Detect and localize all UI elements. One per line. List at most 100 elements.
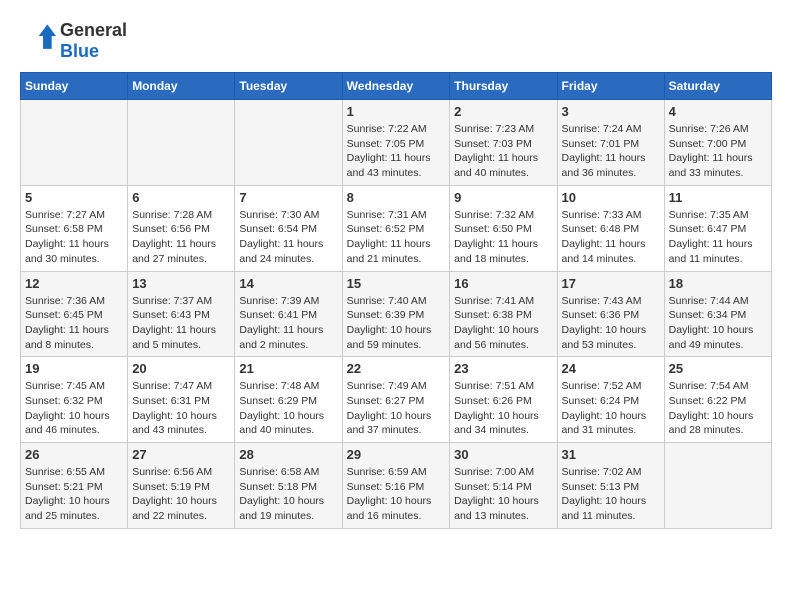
week-row-1: 1 Sunrise: 7:22 AM Sunset: 7:05 PM Daylig…: [21, 100, 772, 186]
day-info: Sunrise: 7:22 AM Sunset: 7:05 PM Dayligh…: [347, 122, 446, 181]
day-number: 14: [239, 276, 337, 291]
day-number: 17: [562, 276, 660, 291]
day-number: 13: [132, 276, 230, 291]
day-info: Sunrise: 6:55 AM Sunset: 5:21 PM Dayligh…: [25, 465, 123, 524]
calendar-cell: 13 Sunrise: 7:37 AM Sunset: 6:43 PM Dayli…: [128, 271, 235, 357]
calendar-cell: 1 Sunrise: 7:22 AM Sunset: 7:05 PM Daylig…: [342, 100, 450, 186]
weekday-header-row: SundayMondayTuesdayWednesdayThursdayFrid…: [21, 73, 772, 100]
calendar-cell: [664, 443, 771, 529]
calendar-cell: 28 Sunrise: 6:58 AM Sunset: 5:18 PM Dayli…: [235, 443, 342, 529]
day-info: Sunrise: 7:24 AM Sunset: 7:01 PM Dayligh…: [562, 122, 660, 181]
day-number: 7: [239, 190, 337, 205]
calendar-cell: 17 Sunrise: 7:43 AM Sunset: 6:36 PM Dayli…: [557, 271, 664, 357]
calendar-cell: [128, 100, 235, 186]
day-info: Sunrise: 7:54 AM Sunset: 6:22 PM Dayligh…: [669, 379, 767, 438]
weekday-header-monday: Monday: [128, 73, 235, 100]
calendar-cell: 29 Sunrise: 6:59 AM Sunset: 5:16 PM Dayli…: [342, 443, 450, 529]
calendar-cell: 8 Sunrise: 7:31 AM Sunset: 6:52 PM Daylig…: [342, 185, 450, 271]
day-number: 20: [132, 361, 230, 376]
day-info: Sunrise: 6:58 AM Sunset: 5:18 PM Dayligh…: [239, 465, 337, 524]
calendar-cell: 5 Sunrise: 7:27 AM Sunset: 6:58 PM Daylig…: [21, 185, 128, 271]
calendar-cell: 4 Sunrise: 7:26 AM Sunset: 7:00 PM Daylig…: [664, 100, 771, 186]
day-number: 18: [669, 276, 767, 291]
day-info: Sunrise: 6:56 AM Sunset: 5:19 PM Dayligh…: [132, 465, 230, 524]
day-number: 11: [669, 190, 767, 205]
day-info: Sunrise: 7:41 AM Sunset: 6:38 PM Dayligh…: [454, 294, 552, 353]
day-info: Sunrise: 7:31 AM Sunset: 6:52 PM Dayligh…: [347, 208, 446, 267]
calendar-cell: 12 Sunrise: 7:36 AM Sunset: 6:45 PM Dayli…: [21, 271, 128, 357]
calendar-cell: 27 Sunrise: 6:56 AM Sunset: 5:19 PM Dayli…: [128, 443, 235, 529]
day-number: 5: [25, 190, 123, 205]
day-info: Sunrise: 7:02 AM Sunset: 5:13 PM Dayligh…: [562, 465, 660, 524]
day-info: Sunrise: 7:00 AM Sunset: 5:14 PM Dayligh…: [454, 465, 552, 524]
calendar-cell: 18 Sunrise: 7:44 AM Sunset: 6:34 PM Dayli…: [664, 271, 771, 357]
day-number: 16: [454, 276, 552, 291]
day-info: Sunrise: 7:45 AM Sunset: 6:32 PM Dayligh…: [25, 379, 123, 438]
calendar-cell: [21, 100, 128, 186]
day-number: 3: [562, 104, 660, 119]
day-number: 12: [25, 276, 123, 291]
day-info: Sunrise: 7:44 AM Sunset: 6:34 PM Dayligh…: [669, 294, 767, 353]
calendar-cell: 15 Sunrise: 7:40 AM Sunset: 6:39 PM Dayli…: [342, 271, 450, 357]
day-number: 27: [132, 447, 230, 462]
logo: General Blue: [20, 20, 127, 62]
logo-general: General: [60, 20, 127, 40]
day-info: Sunrise: 7:48 AM Sunset: 6:29 PM Dayligh…: [239, 379, 337, 438]
day-info: Sunrise: 7:52 AM Sunset: 6:24 PM Dayligh…: [562, 379, 660, 438]
week-row-2: 5 Sunrise: 7:27 AM Sunset: 6:58 PM Daylig…: [21, 185, 772, 271]
day-number: 10: [562, 190, 660, 205]
calendar-cell: 30 Sunrise: 7:00 AM Sunset: 5:14 PM Dayli…: [450, 443, 557, 529]
calendar-cell: 26 Sunrise: 6:55 AM Sunset: 5:21 PM Dayli…: [21, 443, 128, 529]
day-info: Sunrise: 7:35 AM Sunset: 6:47 PM Dayligh…: [669, 208, 767, 267]
calendar-cell: 2 Sunrise: 7:23 AM Sunset: 7:03 PM Daylig…: [450, 100, 557, 186]
day-info: Sunrise: 7:33 AM Sunset: 6:48 PM Dayligh…: [562, 208, 660, 267]
calendar-cell: 11 Sunrise: 7:35 AM Sunset: 6:47 PM Dayli…: [664, 185, 771, 271]
day-info: Sunrise: 7:23 AM Sunset: 7:03 PM Dayligh…: [454, 122, 552, 181]
logo-svg: [20, 23, 56, 59]
calendar-cell: 25Sunrise: 7:54 AM Sunset: 6:22 PM Dayli…: [664, 357, 771, 443]
calendar-cell: [235, 100, 342, 186]
calendar-cell: 7 Sunrise: 7:30 AM Sunset: 6:54 PM Daylig…: [235, 185, 342, 271]
day-number: 2: [454, 104, 552, 119]
day-info: Sunrise: 7:51 AM Sunset: 6:26 PM Dayligh…: [454, 379, 552, 438]
day-number: 22: [347, 361, 446, 376]
calendar-cell: 14 Sunrise: 7:39 AM Sunset: 6:41 PM Dayli…: [235, 271, 342, 357]
logo-blue: Blue: [60, 41, 99, 61]
day-info: Sunrise: 7:32 AM Sunset: 6:50 PM Dayligh…: [454, 208, 552, 267]
day-info: Sunrise: 7:27 AM Sunset: 6:58 PM Dayligh…: [25, 208, 123, 267]
day-info: Sunrise: 7:26 AM Sunset: 7:00 PM Dayligh…: [669, 122, 767, 181]
day-info: Sunrise: 7:39 AM Sunset: 6:41 PM Dayligh…: [239, 294, 337, 353]
day-info: Sunrise: 7:49 AM Sunset: 6:27 PM Dayligh…: [347, 379, 446, 438]
calendar-cell: 6Sunrise: 7:28 AM Sunset: 6:56 PM Daylig…: [128, 185, 235, 271]
weekday-header-sunday: Sunday: [21, 73, 128, 100]
week-row-5: 26 Sunrise: 6:55 AM Sunset: 5:21 PM Dayli…: [21, 443, 772, 529]
day-number: 19: [25, 361, 123, 376]
day-number: 26: [25, 447, 123, 462]
day-number: 31: [562, 447, 660, 462]
day-info: Sunrise: 7:40 AM Sunset: 6:39 PM Dayligh…: [347, 294, 446, 353]
day-number: 29: [347, 447, 446, 462]
calendar-cell: 22 Sunrise: 7:49 AM Sunset: 6:27 PM Dayli…: [342, 357, 450, 443]
day-number: 8: [347, 190, 446, 205]
day-number: 24: [562, 361, 660, 376]
day-info: Sunrise: 7:36 AM Sunset: 6:45 PM Dayligh…: [25, 294, 123, 353]
weekday-header-saturday: Saturday: [664, 73, 771, 100]
header: General Blue: [20, 20, 772, 62]
day-info: Sunrise: 6:59 AM Sunset: 5:16 PM Dayligh…: [347, 465, 446, 524]
calendar-table: SundayMondayTuesdayWednesdayThursdayFrid…: [20, 72, 772, 529]
day-info: Sunrise: 7:43 AM Sunset: 6:36 PM Dayligh…: [562, 294, 660, 353]
day-number: 30: [454, 447, 552, 462]
day-number: 15: [347, 276, 446, 291]
day-number: 28: [239, 447, 337, 462]
calendar-cell: 16 Sunrise: 7:41 AM Sunset: 6:38 PM Dayli…: [450, 271, 557, 357]
day-info: Sunrise: 7:30 AM Sunset: 6:54 PM Dayligh…: [239, 208, 337, 267]
day-number: 1: [347, 104, 446, 119]
weekday-header-friday: Friday: [557, 73, 664, 100]
day-number: 4: [669, 104, 767, 119]
day-info: Sunrise: 7:28 AM Sunset: 6:56 PM Dayligh…: [132, 208, 230, 267]
calendar-cell: 10 Sunrise: 7:33 AM Sunset: 6:48 PM Dayli…: [557, 185, 664, 271]
day-info: Sunrise: 7:37 AM Sunset: 6:43 PM Dayligh…: [132, 294, 230, 353]
calendar-cell: 24 Sunrise: 7:52 AM Sunset: 6:24 PM Dayli…: [557, 357, 664, 443]
weekday-header-thursday: Thursday: [450, 73, 557, 100]
calendar-cell: 19 Sunrise: 7:45 AM Sunset: 6:32 PM Dayli…: [21, 357, 128, 443]
